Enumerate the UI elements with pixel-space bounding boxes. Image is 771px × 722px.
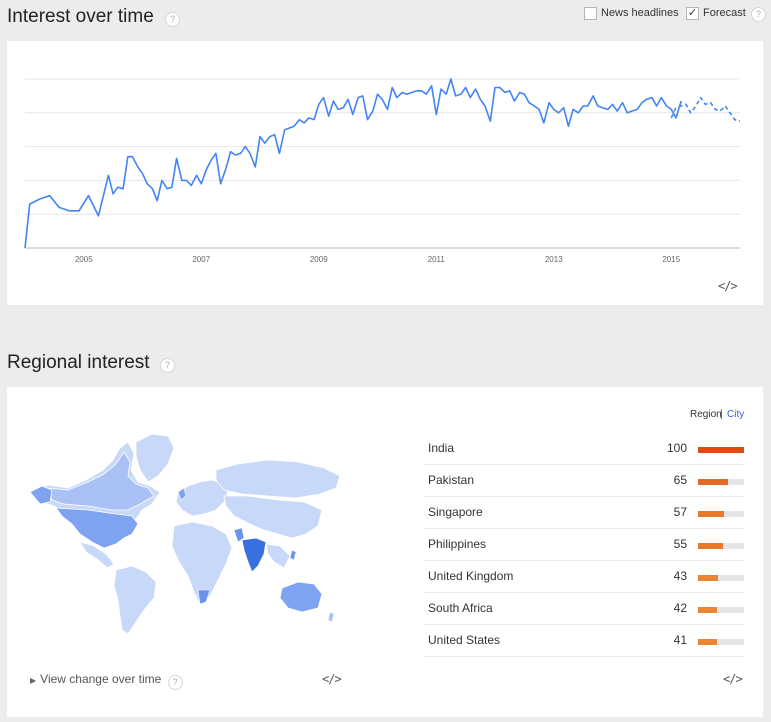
region-value: 43 [673,569,687,583]
region-bar-fill [698,607,718,613]
regional-help-icon[interactable]: ? [160,358,175,373]
toggle-separator: | [720,409,723,420]
interest-series-line[interactable] [24,78,682,249]
region-value: 42 [673,601,687,615]
interest-chart-card: 2005 2007 2009 2011 2013 2015 </> [7,41,763,305]
interest-title: Interest over time [7,6,154,27]
region-row[interactable]: United Kingdom 43 [424,560,744,593]
view-change-label[interactable]: View change over time [40,672,161,686]
region-bar-fill [698,575,718,581]
news-headlines-label[interactable]: News headlines [601,7,679,19]
x-tick-label: 2009 [310,255,328,264]
region-name: United States [428,633,501,647]
forecast-checkbox[interactable]: ✓ [686,7,699,20]
region-name: Philippines [428,537,487,551]
region-name: Singapore [428,505,483,519]
map-india[interactable] [241,537,267,573]
region-row[interactable]: South Africa 42 [424,592,744,625]
interest-line-chart: 2005 2007 2009 2011 2013 2015 [24,78,741,264]
embed-list-icon[interactable]: </> [723,672,743,686]
world-map[interactable] [28,430,348,640]
region-bar-fill [698,543,724,549]
map-australia[interactable] [279,581,323,613]
region-bar [698,479,744,485]
view-change-help-icon[interactable]: ? [167,675,183,690]
region-value: 41 [673,633,687,647]
forecast-label[interactable]: Forecast [703,7,746,19]
region-bar [698,543,744,549]
region-bar [698,639,744,645]
map-alaska[interactable] [29,485,53,505]
x-tick-label: 2007 [192,255,210,264]
region-value: 55 [673,537,687,551]
region-row[interactable]: Singapore 57 [424,496,744,529]
regional-title: Regional interest [7,352,150,373]
x-tick-label: 2013 [545,255,563,264]
forecast-help-icon[interactable]: ? [751,7,766,22]
region-value: 100 [666,441,687,455]
region-row[interactable]: India 100 [424,432,744,465]
region-name: South Africa [428,601,493,615]
city-toggle[interactable]: City [727,409,744,420]
region-name: India [428,441,455,455]
region-value: 57 [673,505,687,519]
x-tick-label: 2005 [75,255,93,264]
region-bar-fill [698,639,717,645]
region-bar-fill [698,479,728,485]
map-greenland[interactable] [135,433,175,483]
embed-chart-icon[interactable]: </> [718,279,738,293]
region-row[interactable]: Philippines 55 [424,528,744,561]
map-new-zealand[interactable] [327,611,335,623]
region-value: 65 [673,473,687,487]
map-south-america[interactable] [113,565,157,635]
embed-map-icon[interactable]: </> [322,672,342,686]
x-tick-label: 2015 [662,255,680,264]
map-southeast-asia[interactable] [265,543,291,569]
region-bar-fill [698,511,725,517]
map-philippines[interactable] [289,549,297,561]
region-bar [698,511,744,517]
news-headlines-checkbox[interactable] [584,7,597,20]
region-row[interactable]: Pakistan 65 [424,464,744,497]
region-bar [698,607,744,613]
map-russia[interactable] [215,459,341,499]
expand-triangle-icon: ▶ [30,676,37,685]
region-name: United Kingdom [428,569,514,583]
view-change-over-time[interactable]: ▶ View change over time ? [30,672,183,690]
x-tick-label: 2011 [428,255,446,264]
region-bar [698,447,744,453]
region-bar-fill [698,447,744,453]
region-bar [698,575,744,581]
region-toggle[interactable]: Region [690,409,722,420]
region-row[interactable]: United States 41 [424,624,744,657]
interest-help-icon[interactable]: ? [165,12,180,27]
region-name: Pakistan [428,473,475,487]
